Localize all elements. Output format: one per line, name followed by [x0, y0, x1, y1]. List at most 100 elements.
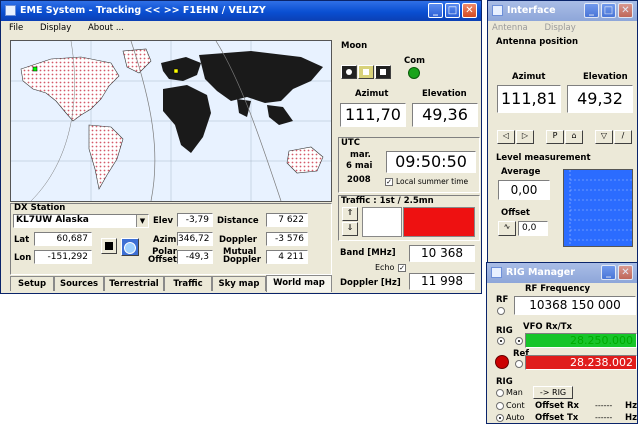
rig-label: RIG	[496, 326, 513, 336]
traffic-up-icon: ⇑	[346, 208, 354, 217]
interface-elevation-field: 49,32	[567, 85, 633, 113]
maximize-icon[interactable]: □	[601, 3, 616, 18]
doppler-hz-label: Doppler [Hz]	[340, 278, 401, 288]
record-icon	[346, 69, 352, 75]
tab-setup[interactable]: Setup	[10, 276, 54, 291]
maximize-icon[interactable]: □	[445, 3, 460, 18]
traffic-down-icon: ⇓	[346, 223, 354, 232]
tab-world-map[interactable]: World map	[266, 275, 332, 292]
antenna-down-button[interactable]: ▽	[595, 130, 613, 144]
antenna-park-button[interactable]: P	[546, 130, 564, 144]
mutual-doppler-label: Mutual Doppler	[223, 247, 261, 265]
main-window-title: EME System - Tracking << >> F1EHN / VELI…	[20, 5, 266, 16]
menu-interface-display[interactable]: Display	[544, 23, 575, 33]
echo-label: Echo	[375, 263, 395, 272]
lat-field[interactable]: 60,687	[34, 232, 92, 246]
interface-app-icon	[492, 5, 503, 16]
moon-azimut-field: 111,70	[340, 103, 406, 127]
qth-marker	[173, 68, 179, 74]
close-icon[interactable]: ✕	[618, 265, 633, 280]
minimize-icon[interactable]: _	[584, 3, 599, 18]
auto-radio[interactable]	[496, 414, 504, 422]
moon-record-button[interactable]	[341, 65, 357, 79]
traffic-white-box	[362, 207, 402, 237]
interface-titlebar[interactable]: Interface _ □ ✕	[488, 1, 637, 21]
arrow-down-icon: ▽	[600, 131, 608, 140]
interface-azimut-field: 111,81	[497, 85, 561, 113]
menu-antenna[interactable]: Antenna	[492, 23, 528, 33]
ref-field: 28.238.002	[525, 355, 637, 370]
chevron-down-icon[interactable]: ▼	[136, 215, 148, 227]
mutual-doppler-field: 4 211	[266, 250, 308, 264]
moon-elevation-label: Elevation	[422, 89, 467, 99]
band-field[interactable]: 10 368	[409, 245, 475, 262]
offset-field: 0,0	[518, 221, 548, 236]
dx-station-select[interactable]: KL7UW Alaska ▼	[13, 214, 149, 228]
india-land	[237, 99, 251, 117]
man-radio[interactable]	[496, 389, 504, 397]
traffic-next-button[interactable]: ⇓	[342, 222, 358, 236]
tab-sources[interactable]: Sources	[54, 276, 104, 291]
offset-rx-unit: Hz	[625, 401, 638, 411]
tab-traffic[interactable]: Traffic	[164, 276, 212, 291]
echo-checkbox[interactable]: ✓	[398, 264, 406, 272]
rig-manager-window: RIG Manager _ ✕ RF RF Frequency 10368 15…	[486, 262, 638, 424]
lon-field[interactable]: -151,292	[34, 250, 92, 264]
utc-year: 2008	[347, 175, 371, 185]
antenna-up-button[interactable]: /	[614, 130, 632, 144]
rig-app-icon	[491, 267, 502, 278]
vfo-radio[interactable]	[515, 337, 523, 345]
ref-radio[interactable]	[515, 360, 523, 368]
cont-label: Cont	[506, 401, 525, 410]
rf-frequency-field: 10368 150 000	[514, 296, 636, 315]
rig-titlebar[interactable]: RIG Manager _ ✕	[487, 263, 637, 283]
antenna-home-button[interactable]: ⌂	[565, 130, 583, 144]
main-window: EME System - Tracking << >> F1EHN / VELI…	[0, 0, 482, 294]
minimize-icon[interactable]: _	[428, 3, 443, 18]
app-icon	[5, 5, 16, 16]
world-map[interactable]	[10, 40, 332, 202]
tab-sky-map[interactable]: Sky map	[212, 276, 266, 291]
traffic-prev-button[interactable]: ⇑	[342, 207, 358, 221]
dx-marker	[32, 66, 38, 72]
main-titlebar[interactable]: EME System - Tracking << >> F1EHN / VELI…	[1, 1, 481, 21]
interface-window-title: Interface	[507, 5, 556, 16]
rig-mode-label: RIG	[496, 377, 513, 387]
africa-land	[163, 85, 211, 153]
close-icon[interactable]: ✕	[462, 3, 477, 18]
antenna-left-button[interactable]: ◁	[497, 130, 515, 144]
polar-offset-label: Polar Offset	[148, 247, 177, 265]
level-measurement-label: Level measurement	[496, 153, 591, 163]
band-label: Band [MHz]	[340, 248, 396, 258]
local-summer-time-checkbox[interactable]: ✓	[385, 178, 393, 186]
menu-display[interactable]: Display	[40, 23, 71, 33]
menu-about[interactable]: About ...	[88, 23, 124, 33]
dx-station-label: DX Station	[14, 203, 66, 213]
traffic-label: Traffic : 1st / 2.5mn	[341, 196, 434, 206]
cont-radio[interactable]	[496, 402, 504, 410]
world-button[interactable]	[121, 238, 139, 256]
stop-button[interactable]	[101, 238, 117, 254]
moon-pause-button[interactable]	[358, 65, 374, 79]
minimize-icon[interactable]: _	[601, 265, 616, 280]
to-rig-button[interactable]: -> RIG	[533, 386, 573, 399]
antenna-right-button[interactable]: ▷	[516, 130, 534, 144]
offset-adjust-button[interactable]: ∿	[498, 221, 516, 236]
moon-stop-button[interactable]	[375, 65, 391, 79]
offset-tx-unit: Hz	[625, 413, 638, 423]
rig-radio[interactable]	[497, 337, 505, 345]
auto-label: Auto	[506, 413, 525, 422]
antenna-position-label: Antenna position	[496, 37, 579, 47]
menu-file[interactable]: File	[9, 23, 23, 33]
level-meter	[563, 169, 633, 247]
azim-label: Azim	[153, 235, 177, 245]
home-icon: ⌂	[571, 131, 577, 140]
doppler-label: Doppler	[219, 235, 257, 245]
rf-radio[interactable]	[497, 307, 505, 315]
world-icon	[124, 242, 136, 254]
lon-label: Lon	[14, 253, 32, 263]
tab-terrestrial[interactable]: Terrestrial	[104, 276, 164, 291]
doppler-hz-field: 11 998	[409, 273, 475, 290]
tab-strip: Setup Sources Terrestrial Traffic Sky ma…	[10, 275, 332, 293]
close-icon[interactable]: ✕	[618, 3, 633, 18]
